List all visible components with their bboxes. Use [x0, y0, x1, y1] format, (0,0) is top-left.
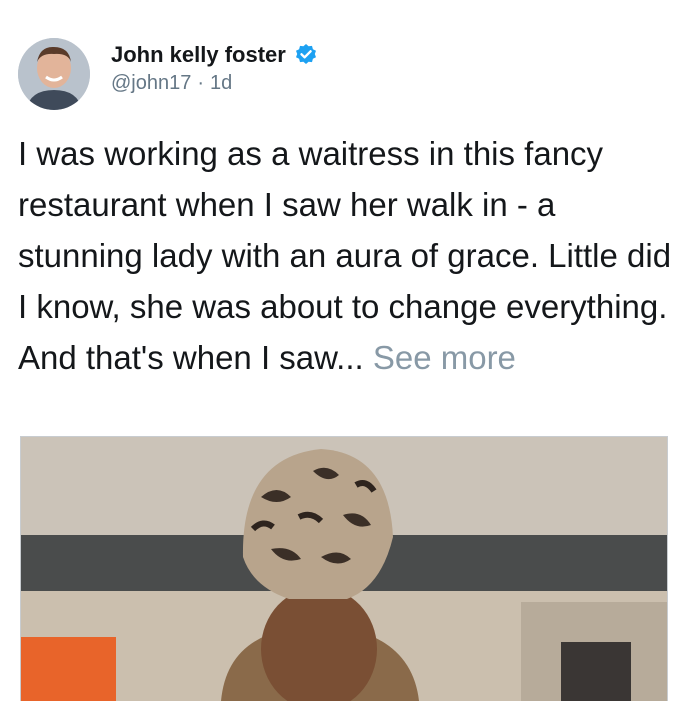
tweet-media-image[interactable] — [20, 436, 668, 701]
author-handle[interactable]: @john17 — [111, 72, 191, 95]
meta-separator: · — [197, 72, 205, 94]
author-display-name[interactable]: John kelly foster — [111, 42, 286, 68]
author-meta: @john17 · 1d — [111, 72, 232, 95]
tweet-text: I was working as a waitress in this fanc… — [18, 135, 672, 376]
see-more-link[interactable]: See more — [373, 339, 516, 376]
verified-badge-icon — [294, 43, 318, 67]
tweet-card: John kelly foster @john17 · 1d I was wor… — [0, 0, 700, 701]
tweet-body: I was working as a waitress in this fanc… — [18, 128, 688, 383]
author-name-row: John kelly foster — [111, 40, 318, 70]
author-avatar[interactable] — [18, 38, 90, 110]
tweet-timestamp[interactable]: 1d — [210, 72, 232, 95]
